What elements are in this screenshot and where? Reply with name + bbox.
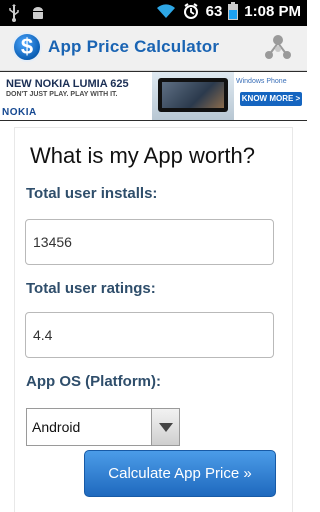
phone-screen [162, 82, 224, 108]
clock: 1:08 PM [244, 2, 301, 20]
calculate-button[interactable]: Calculate App Price » [84, 450, 276, 497]
ad-headline: NEW NOKIA LUMIA 625 [6, 78, 129, 90]
battery-percent: 63 [205, 2, 223, 20]
android-debug-icon [30, 5, 46, 21]
usb-icon [8, 4, 20, 22]
page-heading: What is my App worth? [30, 143, 255, 168]
installs-label: Total user installs: [26, 185, 158, 202]
status-bar: 63 1:08 PM [0, 0, 307, 26]
ad-brand-logo: NOKIA [2, 107, 37, 118]
battery-icon [228, 2, 239, 20]
os-select[interactable]: Android [26, 408, 152, 446]
phone-illustration [158, 78, 228, 112]
wifi-icon [156, 3, 176, 19]
installs-input[interactable]: 13456 [25, 219, 274, 265]
ad-copy: NEW NOKIA LUMIA 625 DON'T JUST PLAY. PLA… [6, 78, 154, 100]
alarm-icon [182, 2, 200, 20]
ratings-label: Total user ratings: [26, 280, 156, 297]
dollar-app-icon: $ [12, 32, 42, 62]
app-title: App Price Calculator [48, 37, 220, 56]
ad-phone-image [152, 72, 234, 120]
ad-know-more-button[interactable]: KNOW MORE > [240, 92, 302, 106]
ad-banner[interactable]: NEW NOKIA LUMIA 625 DON'T JUST PLAY. PLA… [0, 71, 307, 121]
dropdown-arrow-icon[interactable] [152, 408, 180, 446]
ratings-input[interactable]: 4.4 [25, 312, 274, 358]
share-icon[interactable] [263, 33, 293, 63]
ad-platform-label: Windows Phone [236, 78, 287, 85]
ad-tagline: DON'T JUST PLAY. PLAY WITH IT. [6, 91, 118, 98]
os-label: App OS (Platform): [26, 373, 161, 390]
app-bar: $ App Price Calculator [0, 26, 307, 71]
